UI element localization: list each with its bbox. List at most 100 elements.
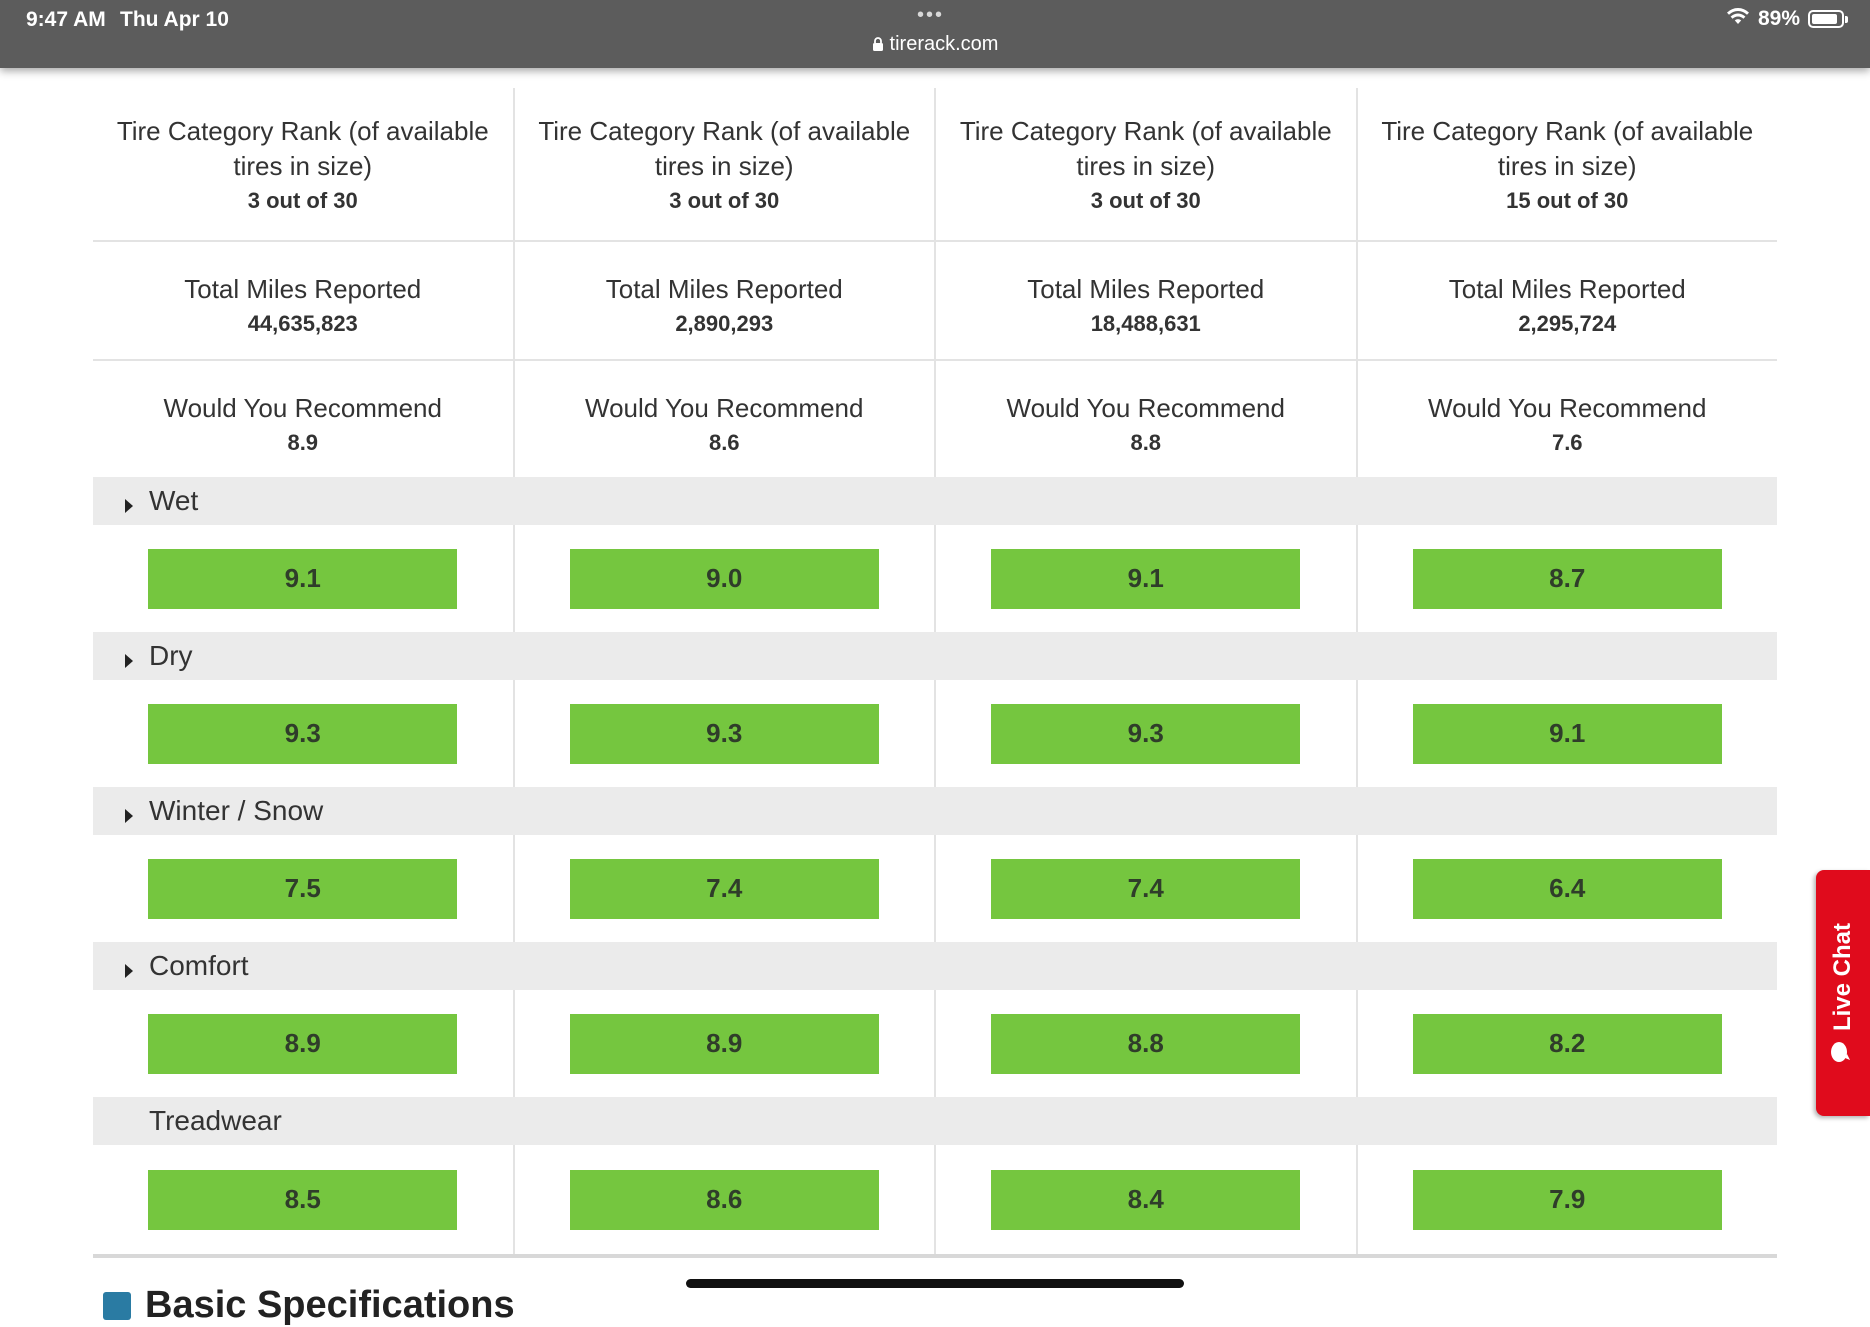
recommend-value: 8.9	[287, 430, 319, 455]
rank-cell: Tire Category Rank (of available tires i…	[93, 88, 515, 240]
miles-label: Total Miles Reported	[184, 274, 422, 304]
score-bar: 9.3	[148, 703, 458, 764]
score-bar: 7.4	[991, 858, 1301, 919]
category-header-comfort[interactable]: Comfort	[93, 942, 1777, 990]
score-bar: 8.9	[569, 1013, 879, 1074]
category-header-wet[interactable]: Wet	[93, 477, 1777, 525]
category-label: Treadwear	[149, 1105, 282, 1136]
score-bar: 9.3	[991, 703, 1301, 764]
recommend-cell: Would You Recommend 7.6	[1358, 361, 1778, 477]
miles-cell: Total Miles Reported 44,635,823	[93, 242, 515, 359]
more-dots-icon[interactable]: •••	[917, 4, 944, 27]
live-chat-label: Live Chat	[1829, 922, 1856, 1032]
score-row-comfort: 8.9 8.9 8.8 8.2	[93, 990, 1777, 1097]
section-square-icon	[103, 1292, 131, 1320]
score-bar: 7.9	[1412, 1169, 1722, 1230]
rank-cell: Tire Category Rank (of available tires i…	[1358, 88, 1778, 240]
score-row-winter-snow: 7.5 7.4 7.4 6.4	[93, 835, 1777, 942]
recommend-cell: Would You Recommend 8.8	[936, 361, 1358, 477]
recommend-row: Would You Recommend 8.9 Would You Recomme…	[93, 361, 1777, 477]
score-row-dry: 9.3 9.3 9.3 9.1	[93, 680, 1777, 787]
url-bar[interactable]: tirerack.com	[0, 33, 1870, 58]
recommend-value: 8.6	[708, 430, 740, 455]
score-cell: 8.4	[936, 1145, 1358, 1254]
rank-value: 3 out of 30	[1090, 188, 1201, 213]
miles-label: Total Miles Reported	[605, 274, 843, 304]
score-bar: 8.6	[569, 1169, 879, 1230]
category-label: Dry	[149, 640, 193, 671]
caret-right-icon	[124, 644, 134, 676]
score-cell: 9.0	[515, 525, 936, 632]
miles-value: 2,295,724	[1518, 311, 1617, 336]
total-miles-row: Total Miles Reported 44,635,823 Total Mil…	[93, 242, 1777, 361]
score-cell: 8.6	[515, 1145, 936, 1254]
battery-percent: 89%	[1757, 7, 1800, 30]
rank-label: Tire Category Rank (of available tires i…	[1381, 116, 1754, 181]
score-cell: 7.4	[515, 835, 936, 942]
score-row-wet: 9.1 9.0 9.1 8.7	[93, 525, 1777, 632]
caret-right-icon	[124, 799, 134, 831]
home-indicator[interactable]	[686, 1279, 1184, 1288]
section-title: Basic Specifications	[145, 1284, 515, 1326]
score-bar: 9.3	[569, 703, 879, 764]
score-cell: 9.1	[936, 525, 1358, 632]
score-cell: 6.4	[1358, 835, 1778, 942]
basic-specifications-heading[interactable]: Basic Specifications	[103, 1284, 515, 1327]
category-label: Comfort	[149, 950, 249, 981]
score-row-treadwear: 8.5 8.6 8.4 7.9	[93, 1145, 1777, 1258]
score-bar: 9.1	[148, 548, 458, 609]
score-cell: 8.9	[93, 990, 515, 1097]
miles-label: Total Miles Reported	[1027, 274, 1265, 304]
score-bar: 8.8	[991, 1013, 1301, 1074]
score-cell: 7.9	[1358, 1145, 1778, 1254]
score-bar: 8.7	[1412, 548, 1722, 609]
recommend-cell: Would You Recommend 8.9	[93, 361, 515, 477]
score-bar: 8.9	[148, 1013, 458, 1074]
score-bar: 7.4	[569, 858, 879, 919]
score-cell: 8.8	[936, 990, 1358, 1097]
recommend-value: 8.8	[1130, 430, 1162, 455]
caret-right-icon	[124, 954, 134, 986]
score-bar: 8.2	[1412, 1013, 1722, 1074]
score-bar: 9.1	[991, 548, 1301, 609]
score-cell: 8.7	[1358, 525, 1778, 632]
score-cell: 8.5	[93, 1145, 515, 1254]
category-header-treadwear: Treadwear	[93, 1097, 1777, 1145]
rank-value: 3 out of 30	[669, 188, 780, 213]
recommend-label: Would You Recommend	[585, 393, 864, 423]
live-chat-button[interactable]: Live Chat	[1816, 870, 1870, 1116]
rank-label: Tire Category Rank (of available tires i…	[959, 116, 1332, 181]
score-bar: 9.1	[1412, 703, 1722, 764]
chat-bubble-icon	[1829, 1041, 1857, 1063]
category-header-dry[interactable]: Dry	[93, 632, 1777, 680]
status-time: 9:47 AM	[26, 8, 106, 31]
score-cell: 9.3	[93, 680, 515, 787]
score-bar: 8.4	[991, 1169, 1301, 1230]
tire-comparison-table: Tire Category Rank (of available tires i…	[93, 88, 1777, 1258]
lock-icon	[872, 35, 884, 58]
score-cell: 8.2	[1358, 990, 1778, 1097]
recommend-value: 7.6	[1551, 430, 1583, 455]
score-cell: 7.4	[936, 835, 1358, 942]
score-bar: 6.4	[1412, 858, 1722, 919]
recommend-label: Would You Recommend	[163, 393, 442, 423]
rank-value: 15 out of 30	[1506, 188, 1629, 213]
category-header-winter-snow[interactable]: Winter / Snow	[93, 787, 1777, 835]
recommend-label: Would You Recommend	[1006, 393, 1285, 423]
score-cell: 9.3	[515, 680, 936, 787]
miles-value: 44,635,823	[247, 311, 358, 336]
miles-cell: Total Miles Reported 18,488,631	[936, 242, 1358, 359]
browser-top-bar: 9:47 AM Thu Apr 10 ••• tirerack.com 89%	[0, 0, 1870, 68]
category-label: Wet	[149, 485, 199, 516]
miles-cell: Total Miles Reported 2,295,724	[1358, 242, 1778, 359]
score-cell: 9.1	[93, 525, 515, 632]
url-text: tirerack.com	[889, 33, 999, 55]
score-cell: 9.1	[1358, 680, 1778, 787]
battery-icon	[1808, 10, 1848, 28]
wifi-icon	[1726, 7, 1750, 31]
score-cell: 8.9	[515, 990, 936, 1097]
rank-cell: Tire Category Rank (of available tires i…	[515, 88, 936, 240]
miles-label: Total Miles Reported	[1448, 274, 1686, 304]
miles-cell: Total Miles Reported 2,890,293	[515, 242, 936, 359]
rank-label: Tire Category Rank (of available tires i…	[116, 116, 489, 181]
